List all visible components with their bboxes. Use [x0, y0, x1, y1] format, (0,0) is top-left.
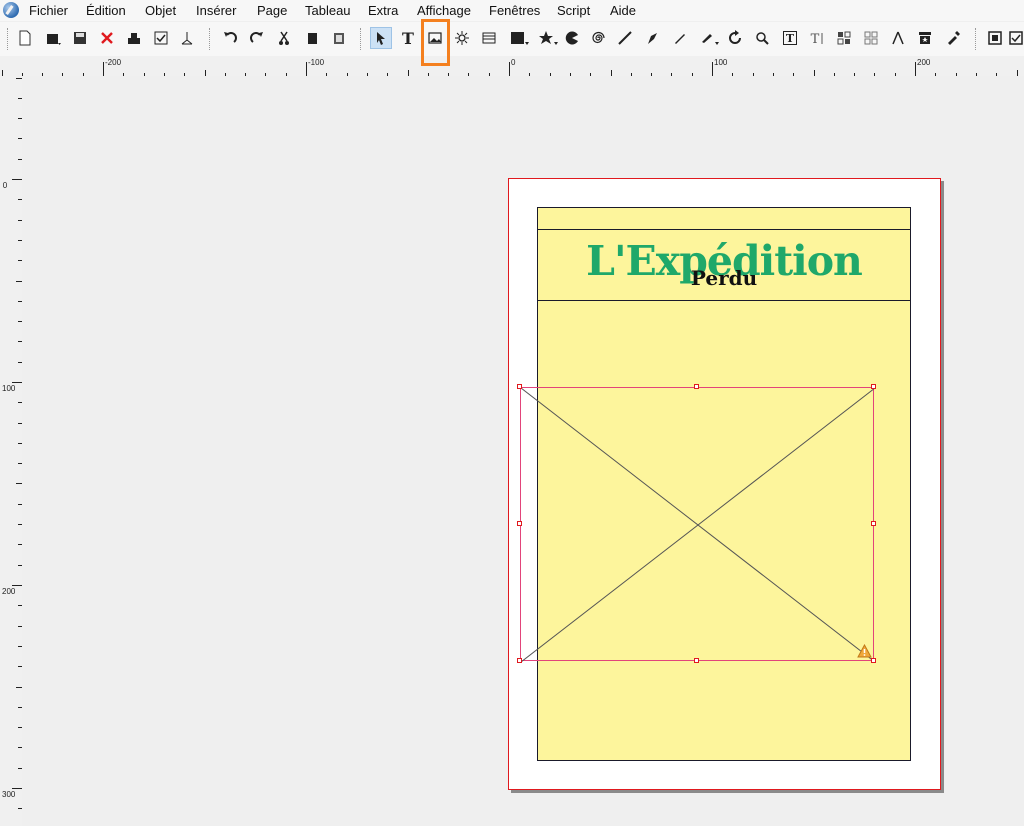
resize-handle-top-right[interactable] [871, 384, 876, 389]
toolbar-separator [975, 28, 977, 50]
toolbar-separator [209, 28, 211, 50]
menu-tableau[interactable]: Tableau [305, 3, 351, 18]
ruler-tick [12, 179, 22, 180]
ruler-tick [712, 62, 713, 76]
preflight-warning-icon[interactable] [857, 644, 872, 658]
ruler-label: 200 [917, 58, 931, 67]
menu-page[interactable]: Page [257, 3, 287, 18]
menu-edition[interactable]: Édition [86, 3, 126, 18]
select-tool-icon[interactable] [370, 27, 392, 49]
pdf-checkbox-icon[interactable] [1008, 27, 1024, 49]
image-frame-tool-icon[interactable] [424, 27, 446, 49]
ruler-tick [915, 62, 916, 76]
redo-icon[interactable] [246, 27, 268, 49]
copy-properties-icon[interactable] [914, 27, 936, 49]
copy-icon[interactable] [301, 27, 323, 49]
resize-handle-bottom-left[interactable] [517, 658, 522, 663]
render-frame-tool-icon[interactable] [451, 27, 473, 49]
polygon-star-tool-icon[interactable] [536, 27, 562, 49]
paste-icon[interactable] [328, 27, 350, 49]
link-frames-icon[interactable] [833, 27, 855, 49]
zoom-tool-icon[interactable] [751, 27, 773, 49]
undo-icon[interactable] [219, 27, 241, 49]
ruler-tick [12, 788, 22, 789]
pdf-push-button-icon[interactable] [984, 27, 1006, 49]
menu-inserer[interactable]: Insérer [196, 3, 236, 18]
menu-objet[interactable]: Objet [145, 3, 176, 18]
text-frame-tool-icon[interactable]: T [397, 27, 419, 49]
open-document-icon[interactable] [42, 27, 64, 49]
edit-text-icon[interactable]: T [806, 27, 828, 49]
menu-script[interactable]: Script [557, 3, 590, 18]
menu-extra[interactable]: Extra [368, 3, 398, 18]
new-document-icon[interactable] [14, 27, 36, 49]
arc-tool-icon[interactable] [561, 27, 583, 49]
print-icon[interactable] [123, 27, 145, 49]
scribus-logo-icon [3, 2, 19, 18]
shape-tool-icon[interactable] [506, 27, 534, 49]
resize-handle-bottom[interactable] [694, 658, 699, 663]
resize-handle-bottom-right[interactable] [871, 658, 876, 663]
measurements-icon[interactable] [887, 27, 909, 49]
svg-text:T: T [811, 32, 820, 46]
bezier-tool-icon[interactable] [642, 27, 664, 49]
horizontal-ruler[interactable]: -200 -100 0 100 200 [0, 56, 1024, 77]
resize-handle-top-left[interactable] [517, 384, 522, 389]
ruler-tick [306, 62, 307, 76]
ruler-label: 0 [511, 58, 516, 67]
ruler-tick [12, 382, 22, 383]
resize-handle-right[interactable] [871, 521, 876, 526]
export-pdf-icon[interactable] [176, 27, 198, 49]
ruler-label: 0 [2, 181, 8, 190]
menu-fichier[interactable]: Fichier [29, 3, 68, 18]
table-tool-icon[interactable] [478, 27, 500, 49]
ruler-label: 100 [2, 384, 16, 393]
eyedropper-icon[interactable] [942, 27, 964, 49]
vertical-ruler[interactable]: 0 100 200 300 [0, 76, 22, 826]
empty-image-placeholder [521, 388, 875, 662]
rotate-tool-icon[interactable] [724, 27, 746, 49]
title-sub-text: Perdu [690, 266, 758, 290]
menu-fenetres[interactable]: Fenêtres [489, 3, 540, 18]
ruler-tick [12, 585, 22, 586]
ruler-label: -100 [308, 58, 325, 67]
svg-text:T: T [786, 32, 795, 45]
ruler-label: -200 [105, 58, 122, 67]
toolbar-separator [360, 28, 362, 50]
ruler-label: 200 [2, 587, 16, 596]
resize-handle-left[interactable] [517, 521, 522, 526]
ruler-tick [509, 62, 510, 76]
image-frame[interactable] [520, 387, 875, 662]
freehand-tool-icon[interactable] [669, 27, 691, 49]
cut-icon[interactable] [273, 27, 295, 49]
menu-aide[interactable]: Aide [610, 3, 636, 18]
menu-affichage[interactable]: Affichage [417, 3, 471, 18]
ruler-label: 100 [714, 58, 728, 67]
save-icon[interactable] [69, 27, 91, 49]
preflight-check-icon[interactable] [150, 27, 172, 49]
spiral-tool-icon[interactable] [587, 27, 609, 49]
toolbar-separator [7, 28, 9, 50]
line-tool-icon[interactable] [614, 27, 636, 49]
unlink-frames-icon[interactable] [860, 27, 882, 49]
ruler-tick [103, 62, 104, 76]
close-icon[interactable] [96, 27, 118, 49]
edit-contents-icon[interactable]: T [779, 27, 801, 49]
toolbar: T T T [0, 22, 1024, 57]
calligraphic-tool-icon[interactable] [697, 27, 723, 49]
resize-handle-top[interactable] [694, 384, 699, 389]
ruler-label: 300 [2, 790, 16, 799]
menu-bar: Fichier Édition Objet Insérer Page Table… [0, 0, 1024, 21]
